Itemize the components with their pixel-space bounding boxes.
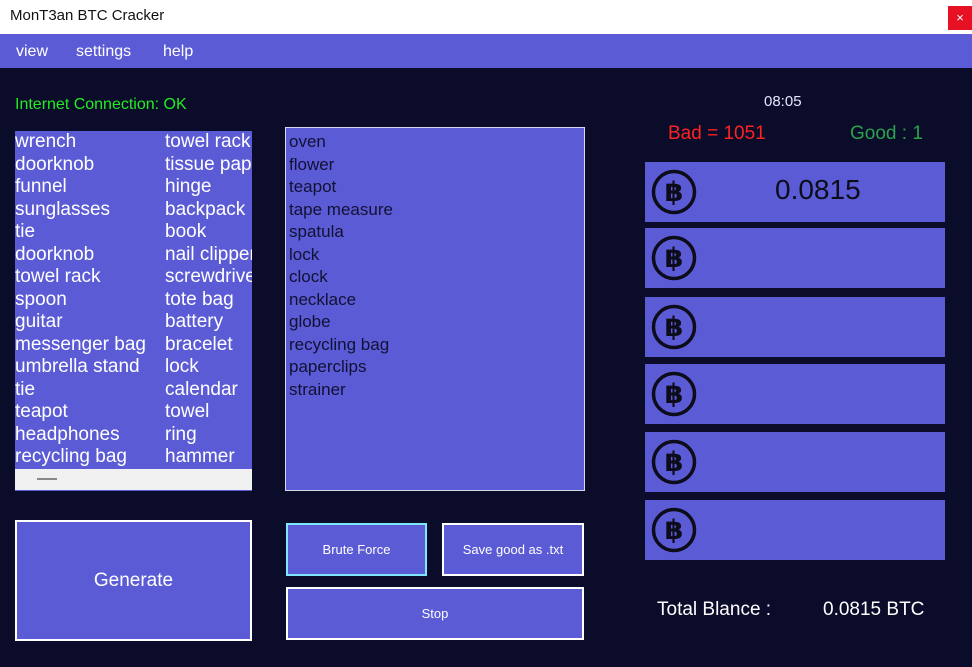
- title-bar: MonT3an BTC Cracker ×: [0, 0, 972, 34]
- list-item[interactable]: clock: [289, 266, 393, 289]
- wallet-row: ฿: [645, 432, 945, 492]
- list-item[interactable]: strainer: [289, 379, 393, 402]
- result-list-items: oven flower teapot tape measure spatula lock c…: [289, 131, 393, 401]
- list-item[interactable]: oven: [289, 131, 393, 154]
- bitcoin-icon: ฿: [651, 304, 697, 350]
- horizontal-scrollbar[interactable]: [15, 469, 252, 490]
- list-item[interactable]: teapot: [289, 176, 393, 199]
- list-item[interactable]: necklace: [289, 289, 393, 312]
- list-item[interactable]: towel rack: [165, 131, 252, 154]
- list-item[interactable]: battery: [165, 311, 252, 334]
- bad-count: Bad = 1051: [668, 123, 766, 144]
- list-item[interactable]: bracelet: [165, 334, 252, 357]
- bitcoin-icon: ฿: [651, 507, 697, 553]
- stop-label: Stop: [421, 606, 449, 621]
- svg-text:฿: ฿: [665, 515, 684, 546]
- list-item[interactable]: paperclips: [289, 356, 393, 379]
- list-item[interactable]: teapot: [15, 401, 165, 424]
- list-item[interactable]: messenger bag: [15, 334, 165, 357]
- wallet-row: ฿: [645, 228, 945, 288]
- close-icon: ×: [956, 10, 964, 25]
- list-item[interactable]: recycling bag: [289, 334, 393, 357]
- list-item[interactable]: hinge: [165, 176, 252, 199]
- list-item[interactable]: spatula: [289, 221, 393, 244]
- svg-text:฿: ฿: [665, 243, 684, 274]
- good-count: Good : 1: [850, 123, 923, 144]
- list-item[interactable]: tissue paper: [165, 154, 252, 177]
- connection-status: Internet Connection: OK: [15, 96, 187, 113]
- menu-help[interactable]: help: [163, 43, 193, 61]
- total-balance-label: Total Blance :: [657, 599, 772, 620]
- svg-text:฿: ฿: [665, 312, 684, 343]
- wallet-row: ฿: [645, 297, 945, 357]
- window-title: MonT3an BTC Cracker: [10, 7, 165, 24]
- elapsed-time: 08:05: [764, 93, 802, 110]
- generate-button-label: Generate: [93, 569, 174, 591]
- svg-text:฿: ฿: [665, 379, 684, 410]
- wallet-balance: 0.0815: [775, 174, 861, 205]
- bitcoin-icon: ฿: [651, 371, 697, 417]
- list-item[interactable]: hammer: [165, 446, 252, 469]
- svg-text:฿: ฿: [665, 177, 684, 208]
- list-item[interactable]: tote bag: [165, 289, 252, 312]
- list-item[interactable]: screwdriver: [165, 266, 252, 289]
- list-item[interactable]: doorknob: [15, 154, 165, 177]
- list-item[interactable]: lock: [289, 244, 393, 267]
- wallet-row: ฿: [645, 500, 945, 560]
- word-list-panel[interactable]: wrench doorknob funnel sunglasses tie doorkno…: [15, 131, 252, 491]
- list-item[interactable]: headphones: [15, 424, 165, 447]
- list-item[interactable]: funnel: [15, 176, 165, 199]
- word-list-column-1: wrench doorknob funnel sunglasses tie doorkno…: [15, 131, 165, 469]
- list-item[interactable]: tie: [15, 379, 165, 402]
- list-item[interactable]: towel rack: [15, 266, 165, 289]
- word-list-column-2: towel racktissue paperhingebackpackbookn…: [165, 131, 252, 469]
- wallet-row: ฿: [645, 364, 945, 424]
- menu-view[interactable]: view: [16, 43, 48, 61]
- list-item[interactable]: towel: [165, 401, 252, 424]
- list-item[interactable]: lock: [165, 356, 252, 379]
- list-item[interactable]: globe: [289, 311, 393, 334]
- list-item[interactable]: backpack: [165, 199, 252, 222]
- bitcoin-icon: ฿: [651, 235, 697, 281]
- result-list[interactable]: oven flower teapot tape measure spatula lock c…: [285, 127, 585, 491]
- list-item[interactable]: flower: [289, 154, 393, 177]
- list-item[interactable]: doorknob: [15, 244, 165, 267]
- list-item[interactable]: recycling bag: [15, 446, 165, 469]
- list-item[interactable]: ring: [165, 424, 252, 447]
- list-item[interactable]: umbrella stand: [15, 356, 165, 379]
- save-good-label: Save good as .txt: [462, 542, 564, 557]
- bitcoin-icon: ฿: [651, 169, 697, 215]
- list-item[interactable]: tie: [15, 221, 165, 244]
- list-item[interactable]: tape measure: [289, 199, 393, 222]
- scroll-thumb[interactable]: [37, 478, 57, 480]
- list-item[interactable]: sunglasses: [15, 199, 165, 222]
- brute-force-label: Brute Force: [322, 542, 391, 557]
- total-balance-value: 0.0815 BTC: [823, 599, 925, 620]
- menu-settings[interactable]: settings: [76, 43, 131, 61]
- stop-button[interactable]: Stop: [286, 587, 584, 640]
- bitcoin-icon: ฿: [651, 439, 697, 485]
- word-list: wrench doorknob funnel sunglasses tie doorkno…: [15, 131, 252, 471]
- menu-bar: view settings help: [0, 34, 972, 68]
- list-item[interactable]: wrench: [15, 131, 165, 154]
- list-item[interactable]: calendar: [165, 379, 252, 402]
- generate-button[interactable]: Generate: [15, 520, 252, 641]
- list-item[interactable]: guitar: [15, 311, 165, 334]
- brute-force-button[interactable]: Brute Force: [286, 523, 427, 576]
- list-item[interactable]: book: [165, 221, 252, 244]
- save-good-button[interactable]: Save good as .txt: [442, 523, 584, 576]
- svg-text:฿: ฿: [665, 447, 684, 478]
- wallet-row: ฿ 0.0815: [645, 162, 945, 222]
- close-button[interactable]: ×: [948, 6, 972, 30]
- list-item[interactable]: nail clippers: [165, 244, 252, 267]
- list-item[interactable]: spoon: [15, 289, 165, 312]
